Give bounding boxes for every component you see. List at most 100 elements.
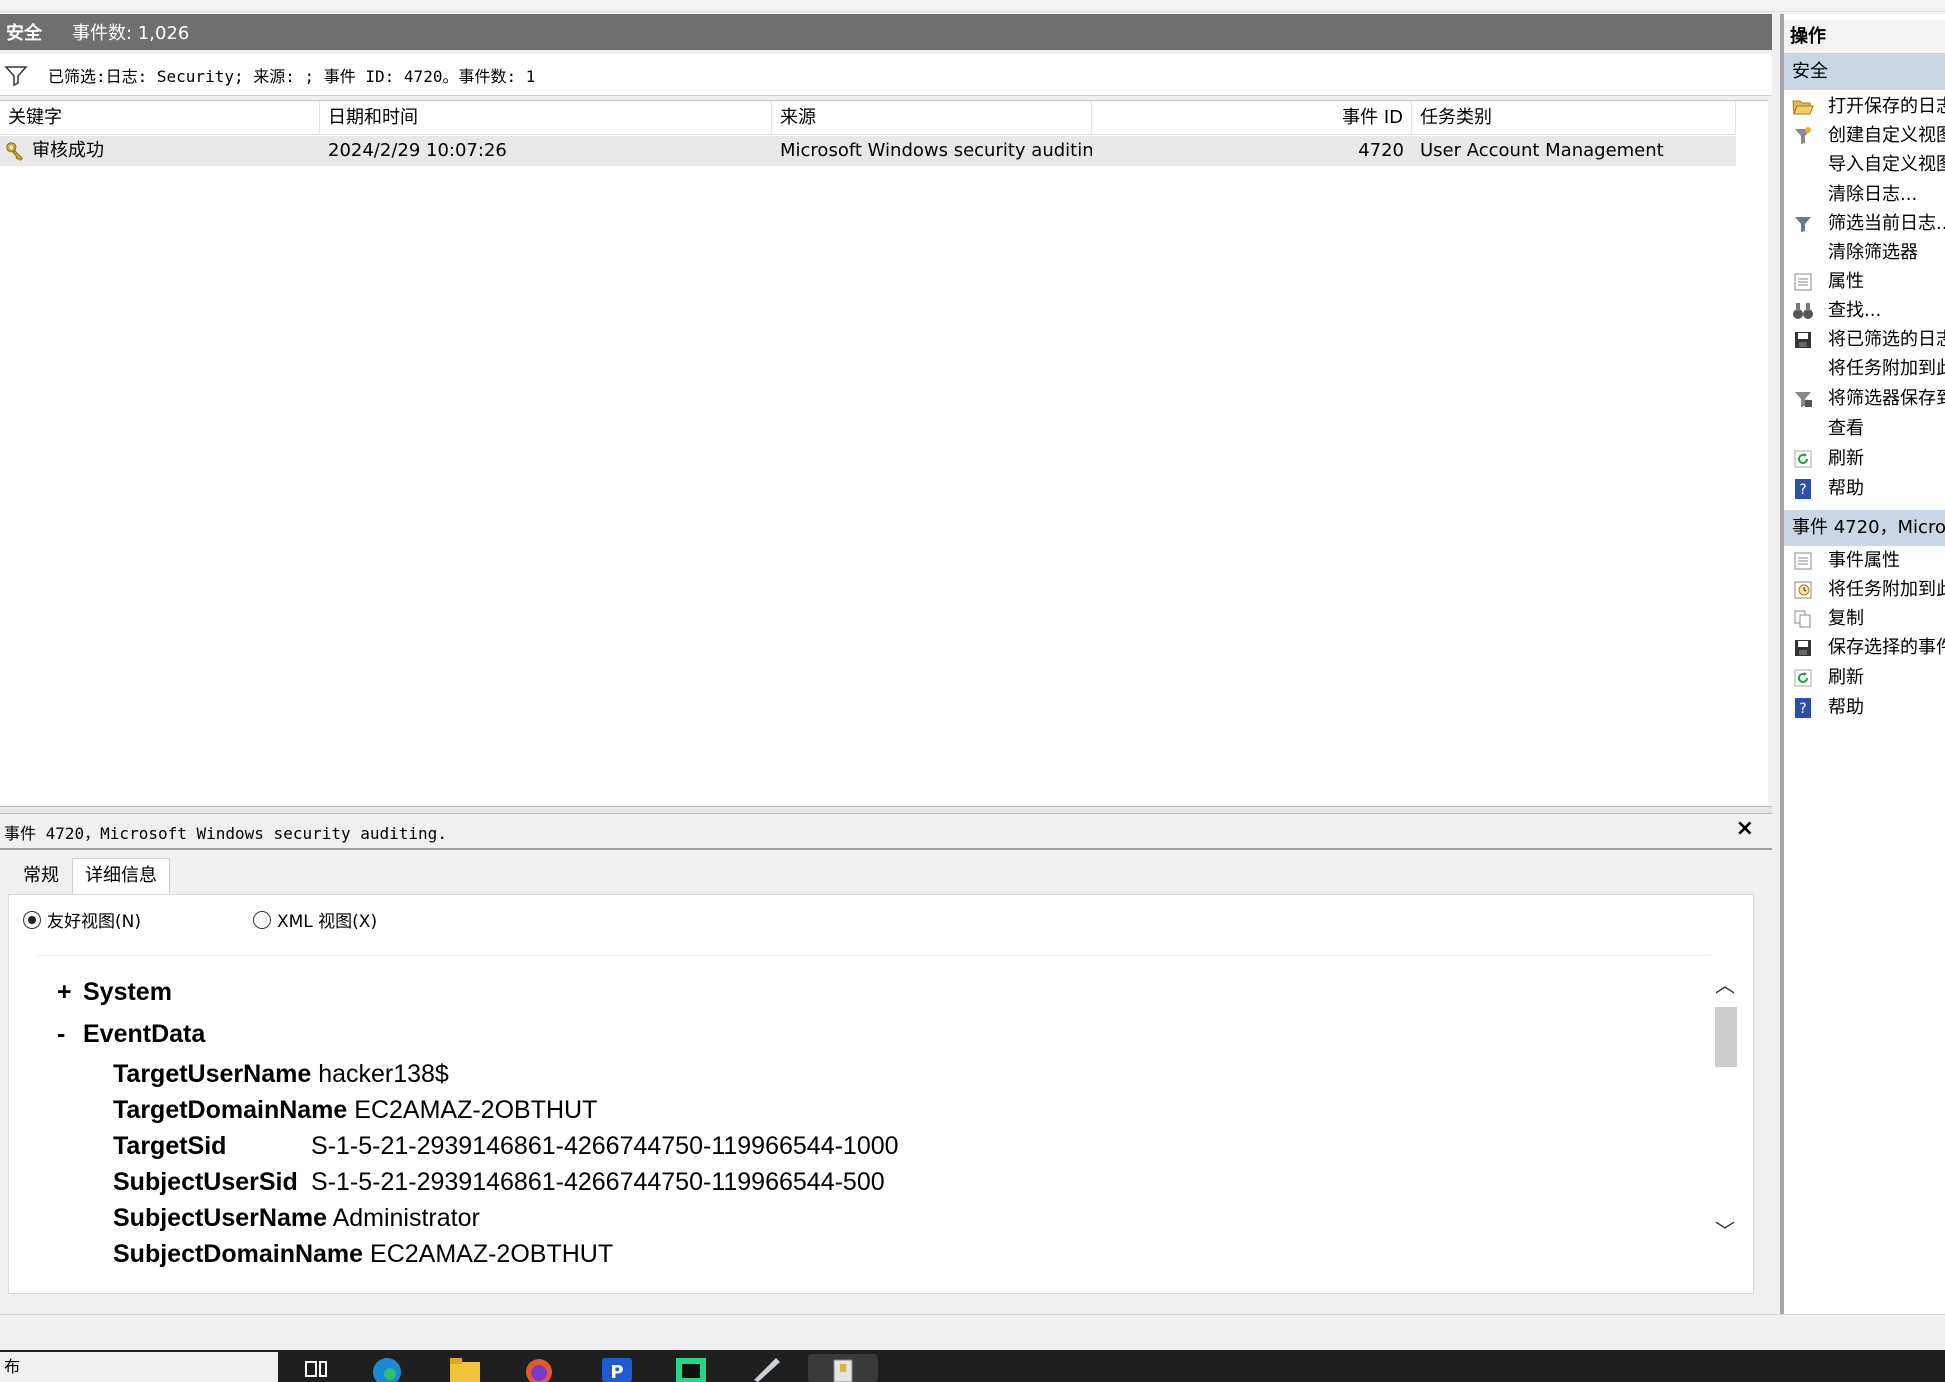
details-panel: 友好视图(N) XML 视图(X) + System - EventData Tar… (8, 894, 1754, 1294)
column-header-datetime[interactable]: 日期和时间 (320, 101, 772, 135)
field-target-user-name: TargetUserName hacker138$ (113, 1060, 449, 1088)
action-open-saved-log[interactable]: 打开保存的日志 (1784, 92, 1945, 122)
actions-section-security[interactable]: 安全 (1784, 54, 1945, 90)
pane-splitter[interactable] (0, 806, 1772, 814)
row-keyword: 审核成功 (0, 136, 320, 166)
action-create-custom-view[interactable]: 创建自定义视图 (1784, 121, 1945, 151)
save-icon (1790, 636, 1816, 660)
tab-general[interactable]: 常规 (10, 858, 72, 894)
action-import-custom-view[interactable]: 导入自定义视图 (1784, 150, 1945, 180)
tab-details[interactable]: 详细信息 (72, 858, 170, 894)
row-keyword-text: 审核成功 (32, 140, 104, 161)
column-header-task-category[interactable]: 任务类别 (1412, 101, 1736, 135)
svg-text:P: P (610, 1362, 623, 1382)
table-row[interactable]: 审核成功 2024/2/29 10:07:26 Microsoft Window… (0, 136, 1736, 166)
filter-icon (1790, 212, 1816, 236)
ide-icon[interactable] (674, 1354, 708, 1382)
refresh-icon (1790, 447, 1816, 471)
task-clock-icon (1790, 578, 1816, 602)
save-filter-icon (1790, 387, 1816, 411)
close-icon[interactable]: × (1736, 816, 1754, 841)
row-datetime: 2024/2/29 10:07:26 (328, 140, 507, 161)
radio-friendly-view[interactable]: 友好视图(N) (23, 907, 141, 932)
radio-friendly-label: 友好视图(N) (47, 912, 141, 932)
taskbar: 布 P (0, 1350, 1945, 1382)
actions-section-event[interactable]: 事件 4720，Micros (1784, 510, 1945, 546)
pen-app-icon[interactable] (750, 1354, 784, 1382)
properties-icon (1790, 270, 1816, 294)
help-icon: ? (1790, 477, 1816, 501)
column-header-keyword[interactable]: 关键字 (0, 101, 320, 135)
expand-icon[interactable]: + (57, 978, 83, 1007)
row-source: Microsoft Windows security auditing. (780, 140, 1092, 161)
action-properties[interactable]: 属性 (1784, 267, 1945, 297)
grid-header: 关键字 日期和时间 来源 事件 ID 任务类别 (0, 101, 1736, 135)
column-header-event-id[interactable]: 事件 ID (1092, 101, 1412, 135)
event-viewer-icon[interactable] (808, 1354, 878, 1382)
action-view[interactable]: 查看 (1784, 414, 1945, 444)
radio-xml-view[interactable]: XML 视图(X) (252, 907, 378, 932)
save-icon (1790, 328, 1816, 352)
actions-header: 操作 (1784, 20, 1945, 54)
collapse-icon[interactable]: - (57, 1020, 83, 1049)
field-target-domain-name: TargetDomainName EC2AMAZ-2OBTHUT (113, 1096, 598, 1124)
firefox-icon[interactable] (522, 1354, 556, 1382)
action-save-filtered-log[interactable]: 将已筛选的日志 (1784, 325, 1945, 355)
field-target-sid: TargetSid S-1-5-21-2939146861-4266744750-… (113, 1132, 899, 1160)
help-icon: ? (1790, 696, 1816, 720)
detail-scrollbar[interactable]: ︿ ﹀ (1711, 955, 1737, 1271)
key-icon (6, 142, 23, 161)
event-count: 事件数: 1,026 (72, 23, 190, 44)
action-refresh[interactable]: 刷新 (1784, 444, 1945, 474)
scroll-down-icon[interactable]: ﹀ (1715, 1215, 1735, 1244)
eventdata-node[interactable]: - EventData (57, 1020, 205, 1049)
field-subject-domain-name: SubjectDomainName EC2AMAZ-2OBTHUT (113, 1240, 614, 1268)
task-view-icon[interactable] (300, 1354, 334, 1382)
preview-title: 事件 4720，Microsoft Windows security audit… (4, 824, 447, 843)
refresh-icon (1790, 666, 1816, 690)
folder-open-icon (1790, 95, 1816, 119)
radio-xml-label: XML 视图(X) (276, 912, 378, 932)
filter-star-icon (1790, 124, 1816, 148)
action-attach-task-to-event[interactable]: 将任务附加到此 (1784, 575, 1945, 605)
log-title: 安全 (6, 23, 42, 44)
log-header: 安全 事件数: 1,026 (0, 14, 1772, 50)
preview-divider (0, 848, 1772, 850)
action-event-properties[interactable]: 事件属性 (1784, 546, 1945, 576)
action-help[interactable]: ? 帮助 (1784, 474, 1945, 504)
system-label: System (83, 978, 172, 1006)
filter-bar: 已筛选:日志: Security; 来源: ; 事件 ID: 4720。事件数:… (0, 54, 1772, 96)
row-category: User Account Management (1420, 140, 1664, 161)
field-subject-user-sid: SubjectUserSid S-1-5-21-2939146861-426674… (113, 1168, 885, 1196)
action-save-selected-events[interactable]: 保存选择的事件 (1784, 633, 1945, 663)
action-attach-task-to-log[interactable]: 将任务附加到此 (1784, 354, 1945, 384)
app-p-icon[interactable]: P (600, 1354, 634, 1382)
event-detail-tree: + System - EventData TargetUserName hacker… (37, 955, 1711, 1271)
properties-icon (1790, 549, 1816, 573)
taskbar-search[interactable]: 布 (0, 1352, 278, 1382)
events-grid: 关键字 日期和时间 来源 事件 ID 任务类别 审核成功 2024/2/29 1… (0, 100, 1768, 806)
row-event-id: 4720 (1358, 140, 1404, 161)
action-save-filter[interactable]: 将筛选器保存到 (1784, 384, 1945, 414)
file-explorer-icon[interactable] (448, 1354, 482, 1382)
action-help-event[interactable]: ? 帮助 (1784, 693, 1945, 723)
preview-tabs: 常规 详细信息 (10, 858, 170, 894)
filter-icon (4, 65, 28, 86)
radio-dot[interactable] (252, 910, 271, 929)
action-refresh-event[interactable]: 刷新 (1784, 663, 1945, 693)
column-header-source[interactable]: 来源 (772, 101, 1092, 135)
eventdata-label: EventData (83, 1020, 206, 1048)
action-find[interactable]: 查找... (1784, 296, 1945, 326)
svg-text:?: ? (1799, 482, 1806, 498)
field-subject-user-name: SubjectUserName Administrator (113, 1204, 480, 1232)
filter-description: 已筛选:日志: Security; 来源: ; 事件 ID: 4720。事件数:… (48, 66, 536, 86)
system-node[interactable]: + System (57, 978, 172, 1007)
scroll-up-icon[interactable]: ︿ (1715, 969, 1735, 998)
scroll-thumb[interactable] (1715, 1007, 1737, 1067)
radio-dot-selected[interactable] (23, 910, 41, 929)
action-copy[interactable]: 复制 (1784, 604, 1945, 634)
action-clear-filter[interactable]: 清除筛选器 (1784, 238, 1945, 268)
action-clear-log[interactable]: 清除日志... (1784, 180, 1945, 210)
action-filter-current-log[interactable]: 筛选当前日志... (1784, 209, 1945, 239)
edge-browser-icon[interactable] (370, 1354, 404, 1382)
